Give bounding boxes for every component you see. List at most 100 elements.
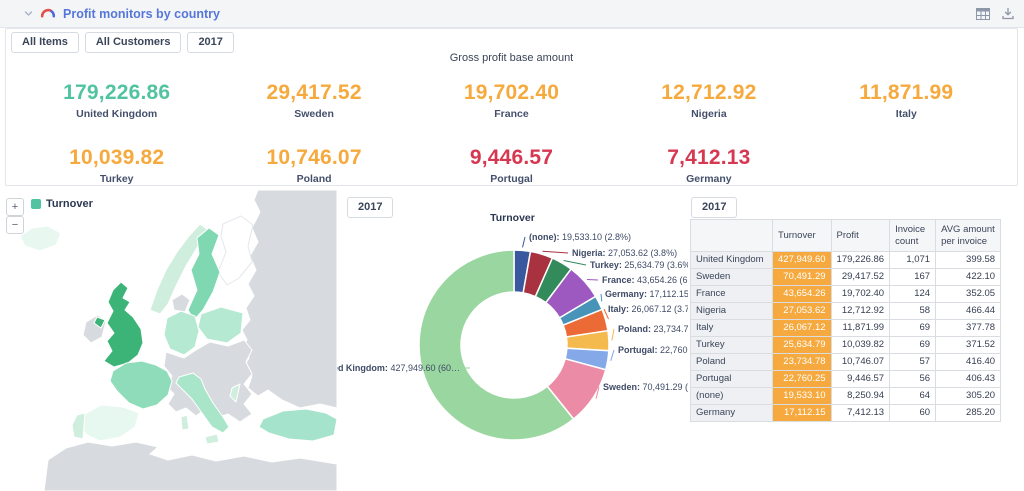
cell-turnover: 427,949.60 bbox=[773, 252, 832, 269]
donut-period-chip[interactable]: 2017 bbox=[347, 197, 393, 218]
map-zoom-out-button[interactable]: − bbox=[6, 216, 24, 234]
cell-invoice-count: 1,071 bbox=[890, 252, 936, 269]
column-header-turnover[interactable]: Turnover bbox=[773, 220, 832, 252]
cell-turnover: 19,533.10 bbox=[773, 388, 832, 405]
map-region-sardinia[interactable] bbox=[181, 415, 189, 430]
map-zoom-in-button[interactable]: + bbox=[6, 198, 24, 216]
donut-label-sweden: Sweden: 70,491.29 (10.0%) bbox=[603, 382, 688, 392]
map-region-turkey[interactable] bbox=[259, 409, 337, 441]
cell-invoice-count: 64 bbox=[890, 388, 936, 405]
map-region-north-africa bbox=[44, 442, 337, 491]
map-region-spain[interactable] bbox=[79, 405, 139, 441]
table-row-nigeria[interactable]: Nigeria27,053.6212,712.9258466.44 bbox=[691, 303, 1001, 320]
cell-avg-amount: 285.20 bbox=[936, 405, 1001, 422]
kpi-grid: 179,226.86United Kingdom29,417.52Sweden1… bbox=[18, 73, 1005, 185]
cell-country: Sweden bbox=[691, 269, 773, 286]
map-region-poland[interactable] bbox=[198, 307, 243, 343]
kpi-value: 9,446.57 bbox=[413, 146, 610, 170]
donut-label-none: (none): 19,533.10 (2.8%) bbox=[529, 232, 631, 242]
kpi-sweden: 29,417.52Sweden bbox=[215, 73, 412, 120]
cell-invoice-count: 69 bbox=[890, 337, 936, 354]
kpi-section-title: Gross profit base amount bbox=[6, 52, 1017, 64]
table-row-portugal[interactable]: Portugal22,760.259,446.5756406.43 bbox=[691, 371, 1001, 388]
kpi-italy: 11,871.99Italy bbox=[808, 73, 1005, 120]
cell-turnover: 27,053.62 bbox=[773, 303, 832, 320]
cell-country: (none) bbox=[691, 388, 773, 405]
map-region-portugal[interactable] bbox=[72, 413, 85, 439]
cell-turnover: 26,067.12 bbox=[773, 320, 832, 337]
cell-country: Italy bbox=[691, 320, 773, 337]
cell-invoice-count: 56 bbox=[890, 371, 936, 388]
kpi-value: 7,412.13 bbox=[610, 146, 807, 170]
table-row-sweden[interactable]: Sweden70,491.2929,417.52167422.10 bbox=[691, 269, 1001, 286]
map-region-sicily[interactable] bbox=[205, 434, 219, 444]
cell-turnover: 43,654.26 bbox=[773, 286, 832, 303]
cell-invoice-count: 57 bbox=[890, 354, 936, 371]
map-region-united-kingdom[interactable] bbox=[104, 282, 143, 367]
filter-all-items[interactable]: All Items bbox=[11, 32, 79, 53]
table-row-united-kingdom[interactable]: United Kingdom427,949.60179,226.861,0713… bbox=[691, 252, 1001, 269]
donut-leader-portugal bbox=[611, 350, 614, 361]
cell-profit: 11,871.99 bbox=[831, 320, 890, 337]
cell-avg-amount: 422.10 bbox=[936, 269, 1001, 286]
kpi-label: France bbox=[413, 108, 610, 120]
cell-turnover: 23,734.78 bbox=[773, 354, 832, 371]
cell-country: Portugal bbox=[691, 371, 773, 388]
dashboard-header: Profit monitors by country bbox=[0, 0, 1024, 28]
collapse-chevron-icon[interactable] bbox=[24, 9, 33, 18]
cell-invoice-count: 124 bbox=[890, 286, 936, 303]
cell-profit: 8,250.94 bbox=[831, 388, 890, 405]
map-region-denmark bbox=[172, 294, 190, 312]
kpi-card: All Items All Customers 2017 Gross profi… bbox=[5, 28, 1018, 186]
table-grid-icon[interactable] bbox=[976, 8, 990, 20]
export-download-icon[interactable] bbox=[1002, 7, 1014, 20]
column-header-invoice-count[interactable]: Invoice count bbox=[890, 220, 936, 252]
filter-all-customers[interactable]: All Customers bbox=[85, 32, 182, 53]
country-metrics-table: TurnoverProfitInvoice countAVG amount pe… bbox=[690, 219, 1001, 422]
cell-invoice-count: 69 bbox=[890, 320, 936, 337]
map-region-iceland[interactable] bbox=[20, 226, 61, 251]
kpi-value: 19,702.40 bbox=[413, 81, 610, 105]
donut-leader-germany bbox=[601, 294, 602, 301]
donut-label-poland: Poland: 23,734.78 (3.4%) bbox=[618, 324, 688, 334]
cell-avg-amount: 399.58 bbox=[936, 252, 1001, 269]
table-row-france[interactable]: France43,654.2619,702.40124352.05 bbox=[691, 286, 1001, 303]
table-row-poland[interactable]: Poland23,734.7810,746.0757416.40 bbox=[691, 354, 1001, 371]
kpi-label: United Kingdom bbox=[18, 108, 215, 120]
table-period-chip[interactable]: 2017 bbox=[691, 197, 737, 218]
table-row-italy[interactable]: Italy26,067.1211,871.9969377.78 bbox=[691, 320, 1001, 337]
cell-avg-amount: 406.43 bbox=[936, 371, 1001, 388]
donut-label-turkey: Turkey: 25,634.79 (3.6%) bbox=[590, 260, 688, 270]
map-region-france[interactable] bbox=[110, 361, 172, 409]
kpi-value: 11,871.99 bbox=[808, 81, 1005, 105]
cell-profit: 9,446.57 bbox=[831, 371, 890, 388]
map-legend-turnover[interactable]: Turnover bbox=[31, 198, 93, 210]
cell-avg-amount: 352.05 bbox=[936, 286, 1001, 303]
kpi-value: 179,226.86 bbox=[18, 81, 215, 105]
filter-year[interactable]: 2017 bbox=[187, 32, 233, 53]
legend-label: Turnover bbox=[46, 198, 93, 210]
table-row-none[interactable]: (none)19,533.108,250.9464305.20 bbox=[691, 388, 1001, 405]
cell-profit: 10,746.07 bbox=[831, 354, 890, 371]
kpi-france: 19,702.40 France bbox=[413, 73, 610, 120]
kpi-nigeria: 12,712.92Nigeria bbox=[610, 73, 807, 120]
donut-label-portugal: Portugal: 22,760.25 (3.2%) bbox=[618, 345, 688, 355]
kpi-value: 12,712.92 bbox=[610, 81, 807, 105]
column-header-profit[interactable]: Profit bbox=[831, 220, 890, 252]
cell-avg-amount: 371.52 bbox=[936, 337, 1001, 354]
cell-profit: 19,702.40 bbox=[831, 286, 890, 303]
column-header-blank[interactable] bbox=[691, 220, 773, 252]
cell-country: Poland bbox=[691, 354, 773, 371]
cell-country: Germany bbox=[691, 405, 773, 422]
cell-avg-amount: 305.20 bbox=[936, 388, 1001, 405]
kpi-united-kingdom: 179,226.86 United Kingdom bbox=[18, 73, 215, 120]
table-row-turkey[interactable]: Turkey25,634.7910,039.8269371.52 bbox=[691, 337, 1001, 354]
cell-invoice-count: 58 bbox=[890, 303, 936, 320]
column-header-avg-amount-per-invoice[interactable]: AVG amount per invoice bbox=[936, 220, 1001, 252]
filter-bar: All Items All Customers 2017 bbox=[11, 32, 234, 53]
donut-panel: 2017 Turnover (none): 19,533.10 (2.8%)Ni… bbox=[337, 190, 688, 491]
donut-label-nigeria: Nigeria: 27,053.62 (3.8%) bbox=[572, 248, 677, 258]
gauge-icon bbox=[40, 5, 56, 23]
map-region-germany[interactable] bbox=[164, 311, 199, 355]
table-row-germany[interactable]: Germany17,112.157,412.1360285.20 bbox=[691, 405, 1001, 422]
